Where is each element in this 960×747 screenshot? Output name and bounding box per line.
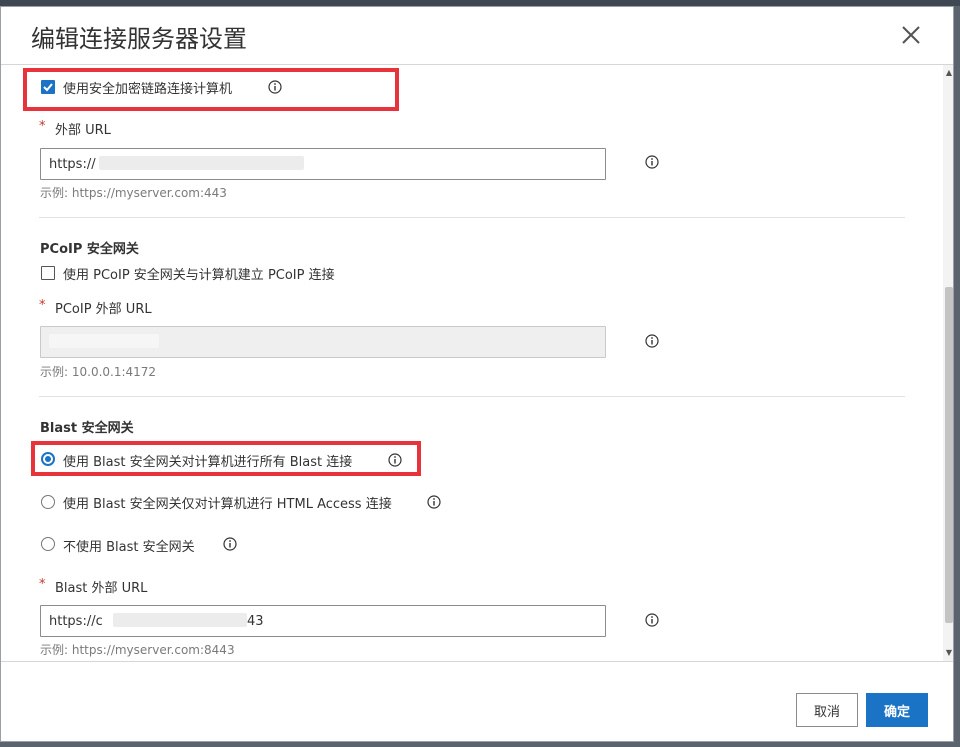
close-icon [902,26,920,44]
pcoip-external-url-label: PCoIP 外部 URL [55,302,152,317]
dialog-header: 编辑连接服务器设置 [1,7,953,65]
dialog-title: 编辑连接服务器设置 [31,25,247,53]
dialog-footer: 取消 确定 [1,661,953,741]
redacted-region [49,334,159,348]
info-icon[interactable] [388,453,402,467]
info-icon[interactable] [645,334,659,348]
info-icon[interactable] [223,537,237,551]
info-icon[interactable] [645,155,659,169]
pcoip-section-title: PCoIP 安全网关 [40,242,139,257]
redacted-region [99,156,304,170]
section-divider [39,217,905,218]
info-icon[interactable] [427,495,441,509]
blast-external-url-label: Blast 外部 URL [55,581,148,596]
required-marker: * [39,577,46,592]
scroll-up-arrow-icon[interactable]: ▲ [943,67,953,79]
required-marker: * [39,119,46,134]
blast-html-access-radio[interactable] [41,495,55,509]
dialog-body: 使用安全加密链路连接计算机 * 外部 URL 示例: https://myser… [1,65,943,661]
blast-all-connections-radio[interactable] [41,452,55,466]
blast-external-url-hint: 示例: https://myserver.com:8443 [40,643,235,657]
required-marker: * [39,298,46,313]
external-url-hint: 示例: https://myserver.com:443 [40,186,227,200]
blast-html-access-label: 使用 Blast 安全网关仅对计算机进行 HTML Access 连接 [63,497,392,512]
cancel-button[interactable]: 取消 [796,693,858,727]
section-divider [39,396,905,397]
background-right-strip [954,6,960,747]
info-icon[interactable] [268,80,282,94]
blast-section-title: Blast 安全网关 [40,421,134,436]
ok-button[interactable]: 确定 [866,693,928,727]
background-bottom-strip [0,742,960,747]
redacted-region [113,613,247,627]
scroll-thumb[interactable] [945,287,953,623]
checkmark-icon [43,83,53,92]
pcoip-external-url-hint: 示例: 10.0.0.1:4172 [40,365,157,379]
blast-external-url-tail: 43 [247,614,264,629]
pcoip-gateway-label: 使用 PCoIP 安全网关与计算机建立 PCoIP 连接 [63,268,335,283]
scroll-down-arrow-icon[interactable]: ▼ [943,647,953,659]
blast-all-connections-label: 使用 Blast 安全网关对计算机进行所有 Blast 连接 [63,455,353,470]
blast-none-label: 不使用 Blast 安全网关 [63,540,195,555]
close-button[interactable] [899,23,923,47]
info-icon[interactable] [645,613,659,627]
vertical-scrollbar[interactable]: ▲ ▼ [943,65,953,661]
pcoip-gateway-checkbox[interactable] [41,266,55,280]
external-url-label: 外部 URL [55,123,111,138]
blast-none-radio[interactable] [41,537,55,551]
secure-tunnel-checkbox[interactable] [41,80,55,94]
secure-tunnel-label: 使用安全加密链路连接计算机 [63,82,233,97]
edit-connection-server-dialog: 编辑连接服务器设置 使用安全加密链路连接计算机 * 外部 URL https:/… [0,6,954,742]
